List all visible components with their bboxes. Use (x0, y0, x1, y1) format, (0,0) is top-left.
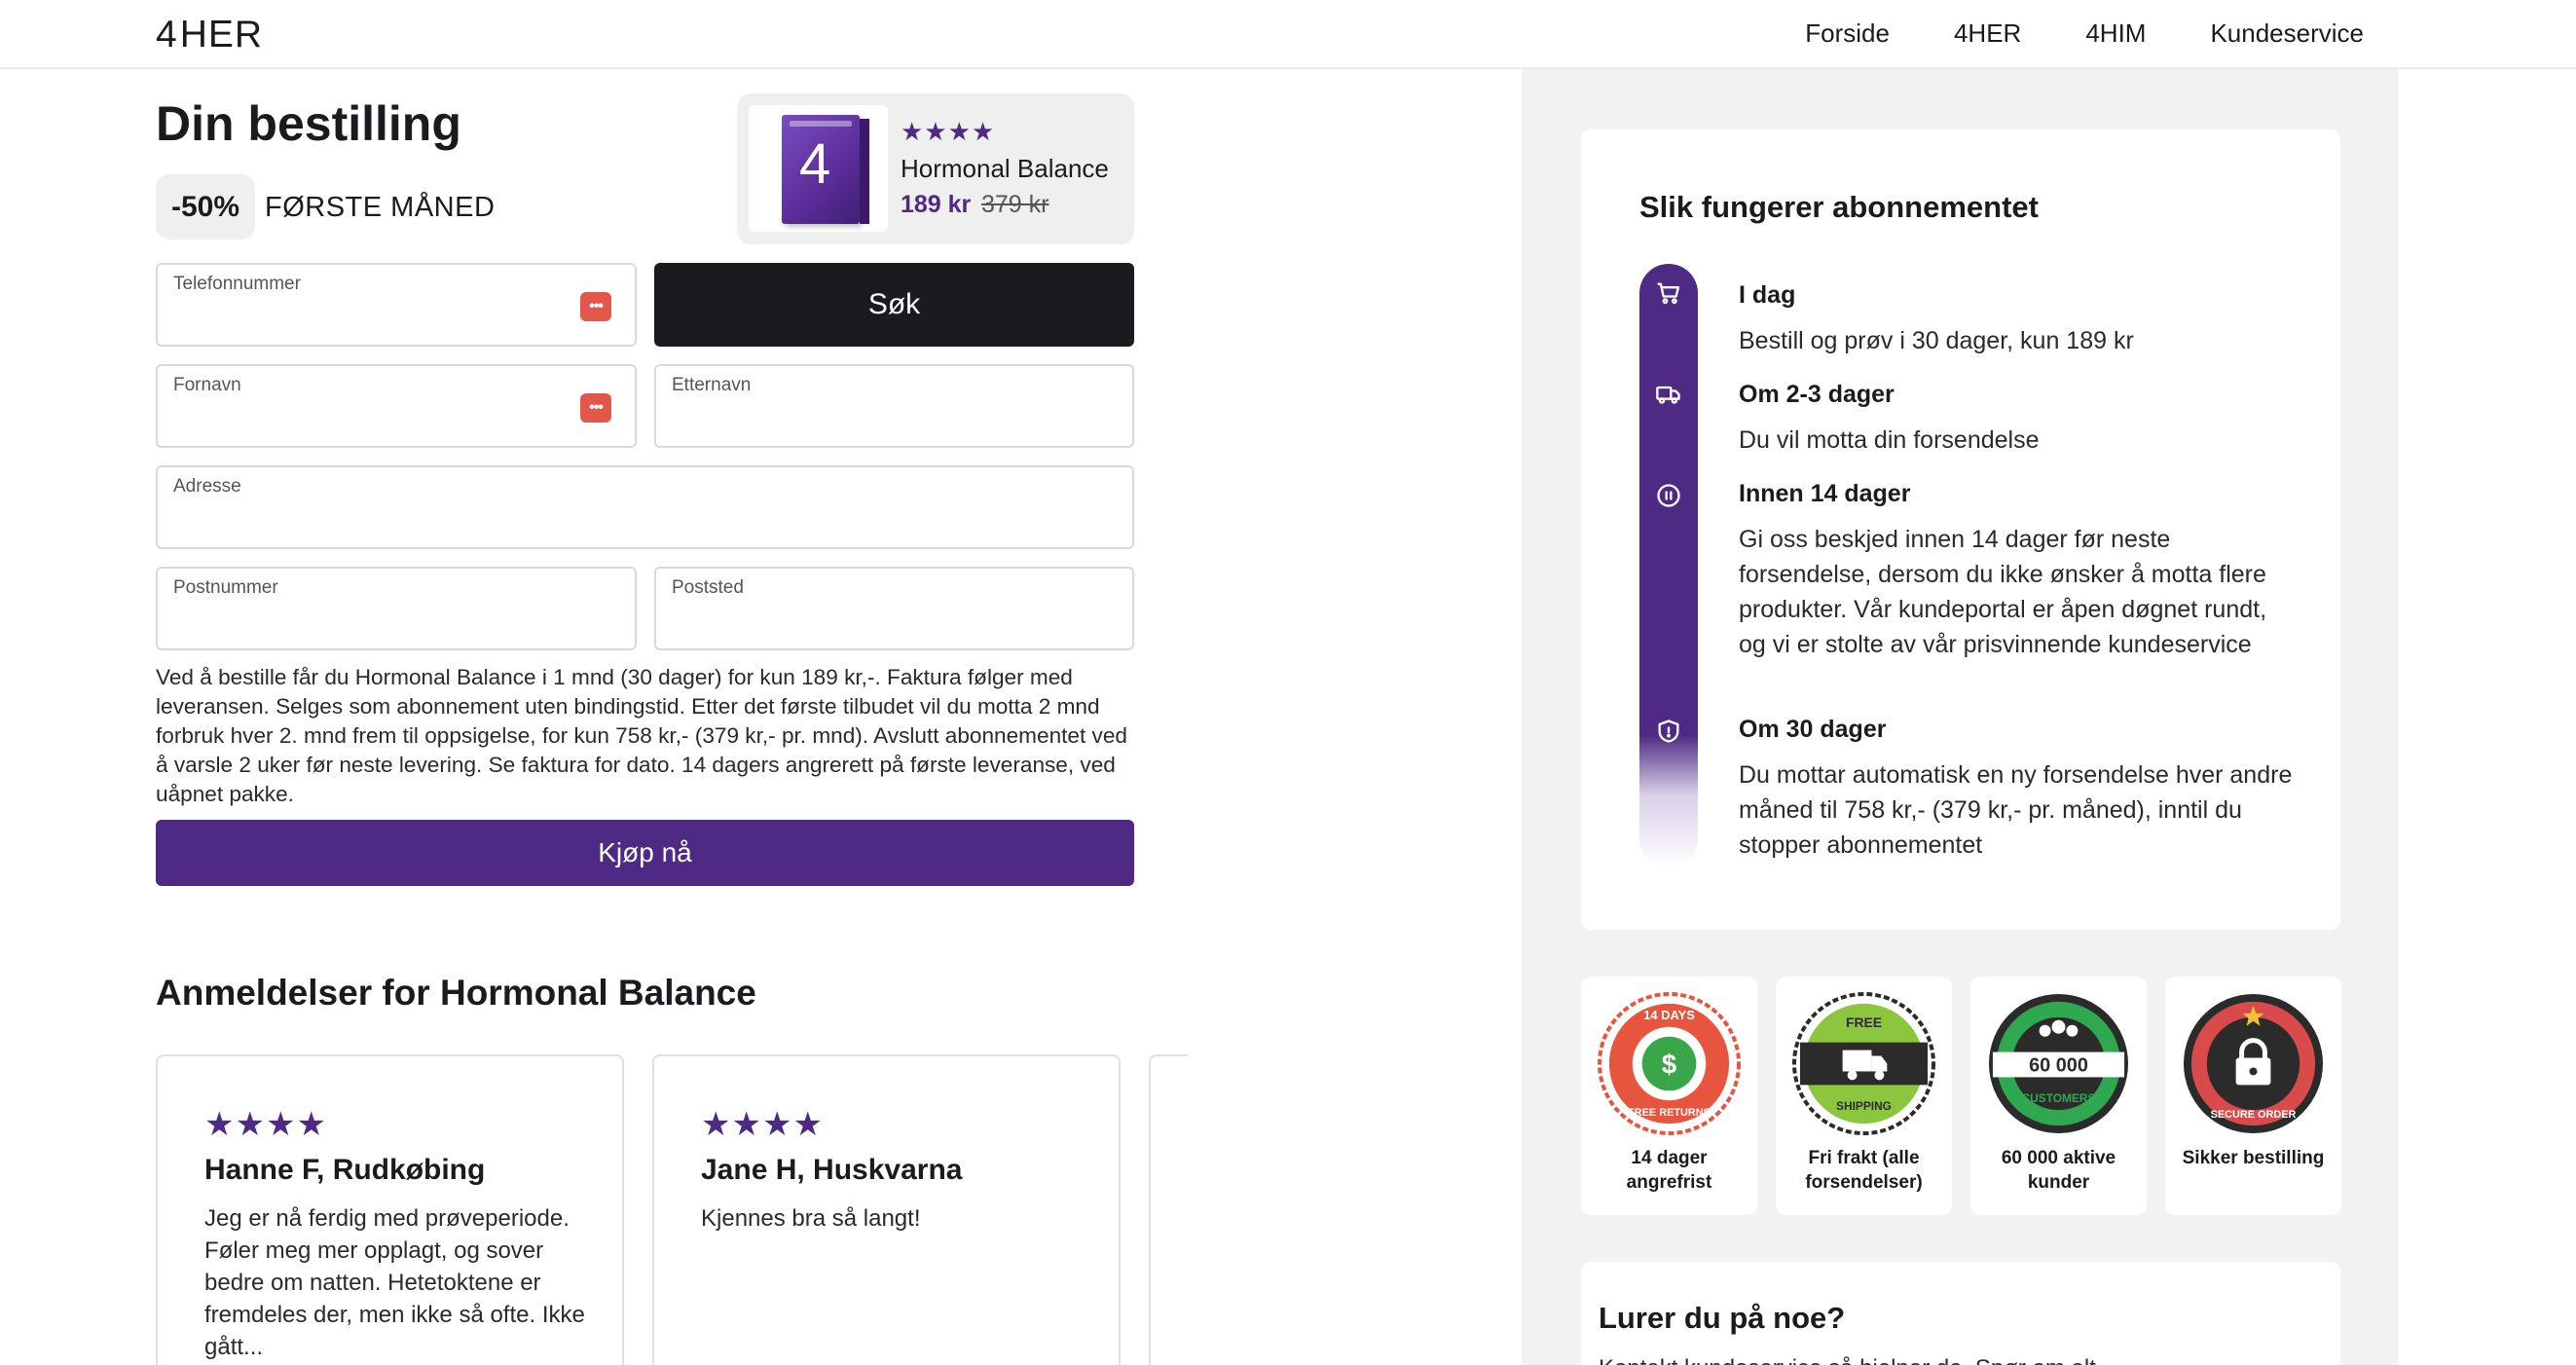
review-author: Hanne F, Rudkøbing (204, 1154, 486, 1186)
step-text: Gi oss beskjed innen 14 dager før neste … (1739, 526, 2267, 658)
svg-text:14 DAYS: 14 DAYS (1643, 1008, 1695, 1022)
nav-item-kundeservice[interactable]: Kundeservice (2210, 18, 2364, 49)
subscription-info-card: Slik fungerer abonnementet I dag Bestill… (1581, 129, 2340, 930)
nav-item-4him[interactable]: 4HIM (2085, 18, 2146, 49)
badge-label: 14 dager angrefrist (1626, 1148, 1712, 1193)
postcode-input[interactable] (173, 613, 555, 641)
product-old-price: 379 kr (981, 191, 1049, 218)
discount-label: FØRSTE MÅNED (265, 192, 496, 223)
review-text: Kjennes bra så langt! (701, 1205, 921, 1232)
product-name: Hormonal Balance (901, 154, 1109, 183)
cart-icon (1639, 279, 1698, 307)
address-label: Adresse (173, 476, 241, 497)
product-price: 189 kr (901, 191, 972, 218)
svg-text:SECURE ORDER: SECURE ORDER (2211, 1109, 2297, 1121)
svg-text:$: $ (1662, 1049, 1677, 1079)
svg-text:FREE RETURNS: FREE RETURNS (1628, 1107, 1711, 1119)
truck-icon (1639, 381, 1698, 408)
badge-label: Fri frakt (alle forsendelser) (1805, 1148, 1923, 1193)
review-stars: ★★★★ (701, 1106, 824, 1143)
search-button[interactable]: Søk (654, 263, 1134, 347)
logo-four: 4 (156, 14, 178, 55)
customers-seal-icon: 60 000 CUSTOMERS (1988, 993, 2129, 1134)
city-input[interactable] (672, 613, 1053, 641)
city-label: Poststed (672, 577, 744, 598)
phone-label: Telefonnummer (173, 274, 301, 294)
step-title: Innen 14 dager (1739, 480, 1911, 507)
site-header: 4 HER Forside 4HER 4HIM Kundeservice (0, 0, 2576, 69)
step-title: Om 2-3 dager (1739, 381, 1895, 408)
reviews-title: Anmeldelser for Hormonal Balance (156, 973, 756, 1013)
badge-label: 60 000 aktive kunder (2001, 1148, 2116, 1193)
product-image: 4 (749, 105, 888, 232)
review-card-partial (1149, 1054, 1188, 1365)
firstname-label: Fornavn (173, 375, 241, 395)
badge-free-returns: $ 14 DAYS FREE RETURNS 14 dager angrefri… (1581, 977, 1757, 1215)
step-title: Om 30 dager (1739, 716, 1887, 743)
badge-label: Sikker bestilling (2182, 1148, 2325, 1168)
review-card: ★★★★ Hanne F, Rudkøbing Jeg er nå ferdig… (156, 1054, 624, 1365)
product-rating-stars: ★★★★ (901, 117, 996, 146)
nav-item-4her[interactable]: 4HER (1954, 18, 2021, 49)
question-text: Kontakt kundeservice så hjelper de. Spør… (1599, 1355, 2103, 1365)
buy-now-button[interactable]: Kjøp nå (156, 820, 1134, 886)
svg-text:SHIPPING: SHIPPING (1836, 1099, 1892, 1113)
badge-secure-order: SECURE ORDER Sikker bestilling (2165, 977, 2341, 1215)
lastname-input[interactable] (672, 411, 1053, 438)
main-nav: Forside 4HER 4HIM Kundeservice (1805, 0, 2364, 67)
lastname-field[interactable]: Etternavn (654, 364, 1134, 448)
timeline-bar (1639, 264, 1698, 867)
free-returns-seal-icon: $ 14 DAYS FREE RETURNS (1598, 992, 1741, 1135)
step-title: I dag (1739, 281, 1796, 309)
question-card: Lurer du på noe? Kontakt kundeservice så… (1581, 1262, 2340, 1365)
svg-text:FREE: FREE (1846, 1015, 1882, 1030)
step-text: Bestill og prøv i 30 dager, kun 189 kr (1739, 327, 2134, 354)
nav-item-forside[interactable]: Forside (1805, 18, 1890, 49)
lastname-label: Etternavn (672, 375, 752, 395)
autofill-icon[interactable]: ••• (580, 393, 611, 423)
pause-icon (1639, 482, 1698, 509)
order-terms: Ved å bestille får du Hormonal Balance i… (156, 665, 1127, 806)
review-author: Jane H, Huskvarna (701, 1154, 963, 1186)
review-card: ★★★★ Jane H, Huskvarna Kjennes bra så la… (652, 1054, 1121, 1365)
postcode-field[interactable]: Postnummer (156, 567, 637, 650)
address-input[interactable] (173, 512, 953, 539)
subscription-info-title: Slik fungerer abonnementet (1639, 190, 2039, 224)
badge-customers: 60 000 CUSTOMERS 60 000 aktive kunder (1970, 977, 2147, 1215)
shield-icon (1639, 718, 1698, 745)
step-text: Du mottar automatisk en ny forsendelse h… (1739, 761, 2293, 859)
phone-input[interactable] (173, 310, 555, 337)
badge-free-shipping: FREE SHIPPING Fri frakt (alle forsendels… (1776, 977, 1952, 1215)
secure-order-seal-icon: SECURE ORDER (2183, 993, 2324, 1134)
logo-text: HER (179, 14, 264, 55)
svg-text:CUSTOMERS: CUSTOMERS (2022, 1091, 2096, 1105)
svg-text:60 000: 60 000 (2029, 1054, 2088, 1076)
question-title: Lurer du på noe? (1599, 1301, 1846, 1335)
postcode-label: Postnummer (173, 577, 278, 598)
product-card: 4 ★★★★ Hormonal Balance 189 kr 379 kr (737, 93, 1134, 244)
logo[interactable]: 4 HER (156, 14, 263, 56)
review-text: Jeg er nå ferdig med prøveperiode. Føler… (204, 1205, 585, 1360)
step-text: Du vil motta din forsendelse (1739, 426, 2040, 454)
autofill-icon[interactable]: ••• (580, 292, 611, 321)
address-field[interactable]: Adresse (156, 465, 1134, 549)
discount-badge: -50% (156, 174, 255, 240)
review-stars: ★★★★ (204, 1106, 327, 1143)
page-title: Din bestilling (156, 96, 461, 151)
firstname-input[interactable] (173, 411, 555, 438)
firstname-field[interactable]: Fornavn ••• (156, 364, 637, 448)
city-field[interactable]: Poststed (654, 567, 1134, 650)
free-shipping-seal-icon: FREE SHIPPING (1792, 992, 1935, 1135)
product-box-icon: 4 (782, 115, 869, 224)
phone-field[interactable]: Telefonnummer ••• (156, 263, 637, 347)
